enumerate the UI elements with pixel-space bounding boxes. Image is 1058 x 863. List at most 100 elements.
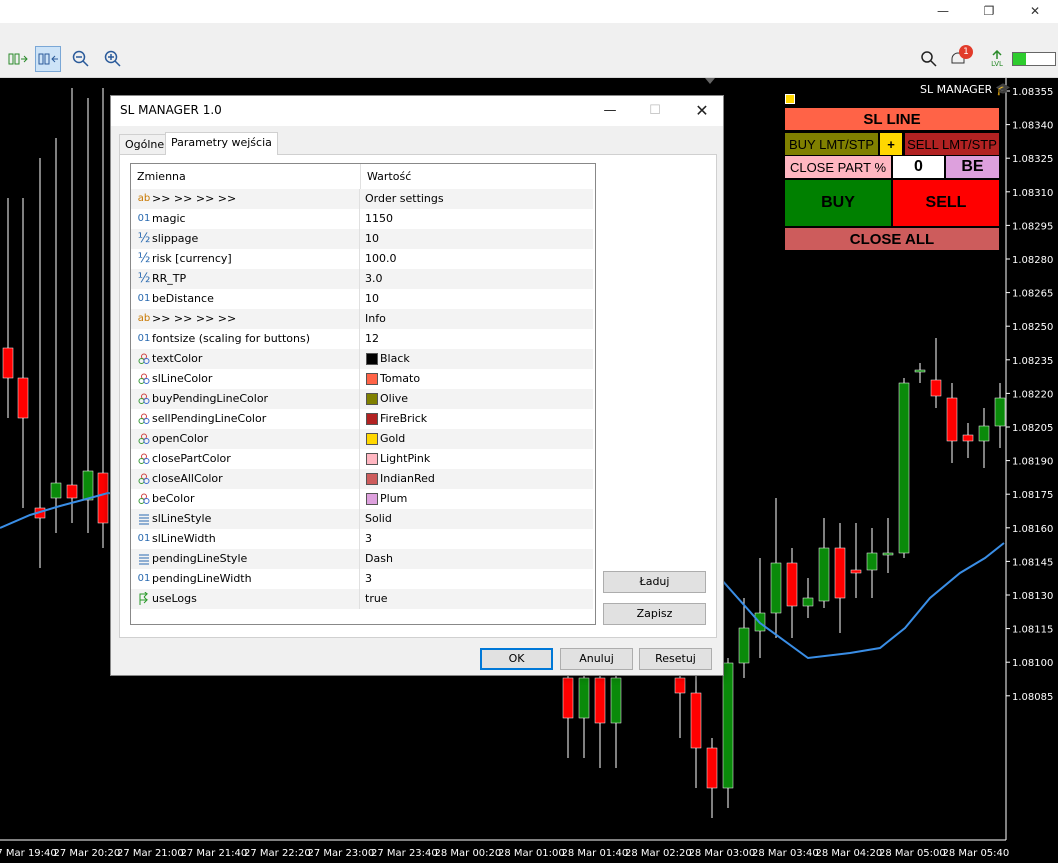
lvl-icon[interactable]: LVL bbox=[984, 46, 1010, 72]
sell-limit-stop-button[interactable]: SELL LMT/STP bbox=[905, 133, 999, 155]
buy-button[interactable]: BUY bbox=[785, 180, 891, 226]
param-name: beDistance bbox=[152, 292, 214, 305]
column-divider bbox=[359, 529, 360, 549]
candle-body bbox=[97, 472, 109, 524]
buy-limit-stop-button[interactable]: BUY LMT/STP bbox=[785, 133, 878, 155]
table-row[interactable]: 01 fontsize (scaling for buttons) 12 bbox=[131, 329, 593, 349]
param-value[interactable]: FireBrick bbox=[380, 409, 427, 429]
table-row[interactable]: buyPendingLineColor Olive bbox=[131, 389, 593, 409]
close-part-input[interactable]: 0 bbox=[893, 156, 944, 178]
param-value[interactable]: 10 bbox=[365, 229, 379, 249]
plus-button[interactable]: + bbox=[880, 133, 902, 155]
param-value[interactable]: IndianRed bbox=[380, 469, 435, 489]
close-all-button[interactable]: CLOSE ALL bbox=[785, 228, 999, 250]
candle-body bbox=[930, 379, 942, 397]
param-value[interactable]: LightPink bbox=[380, 449, 430, 469]
dialog-minimize-button[interactable]: — bbox=[595, 100, 625, 122]
close-window-button[interactable]: ✕ bbox=[1012, 0, 1058, 23]
table-row[interactable]: 01 pendingLineWidth 3 bbox=[131, 569, 593, 589]
tab-input-parameters[interactable]: Parametry wejścia bbox=[165, 132, 278, 155]
color-swatch bbox=[366, 393, 378, 405]
column-divider bbox=[359, 569, 360, 589]
candle-body bbox=[962, 434, 974, 442]
price-label: 1.08115 bbox=[1012, 625, 1053, 636]
cancel-button[interactable]: Anuluj bbox=[560, 648, 633, 670]
restore-button[interactable]: ❐ bbox=[966, 0, 1012, 23]
param-value[interactable]: Dash bbox=[365, 549, 393, 569]
param-value[interactable]: 100.0 bbox=[365, 249, 397, 269]
sell-button[interactable]: SELL bbox=[893, 180, 999, 226]
table-row[interactable]: beColor Plum bbox=[131, 489, 593, 509]
color-type-icon bbox=[136, 469, 152, 489]
table-row[interactable]: pendingLineStyle Dash bbox=[131, 549, 593, 569]
table-row[interactable]: sellPendingLineColor FireBrick bbox=[131, 409, 593, 429]
column-divider bbox=[359, 209, 360, 229]
param-value[interactable]: 1150 bbox=[365, 209, 393, 229]
param-value[interactable]: Tomato bbox=[380, 369, 420, 389]
candle-body bbox=[66, 484, 78, 499]
param-value[interactable]: Order settings bbox=[365, 189, 444, 209]
chart-shift-marker bbox=[705, 78, 715, 84]
table-row[interactable]: 01 beDistance 10 bbox=[131, 289, 593, 309]
panel-marker bbox=[785, 94, 795, 104]
table-row[interactable]: 01 magic 1150 bbox=[131, 209, 593, 229]
table-row[interactable]: ½ slippage 10 bbox=[131, 229, 593, 249]
price-label: 1.08265 bbox=[1012, 289, 1053, 300]
table-row[interactable]: 01 slLineWidth 3 bbox=[131, 529, 593, 549]
param-value[interactable]: 3 bbox=[365, 569, 372, 589]
double-type-icon: ½ bbox=[137, 231, 151, 246]
table-row[interactable]: closeAllColor IndianRed bbox=[131, 469, 593, 489]
autoscroll-icon[interactable] bbox=[4, 46, 30, 72]
table-row[interactable]: ½ risk [currency] 100.0 bbox=[131, 249, 593, 269]
table-row[interactable]: openColor Gold bbox=[131, 429, 593, 449]
table-row[interactable]: ½ RR_TP 3.0 bbox=[131, 269, 593, 289]
param-value[interactable]: 10 bbox=[365, 289, 379, 309]
column-header-variable[interactable]: Zmienna bbox=[131, 164, 359, 189]
param-value[interactable]: Plum bbox=[380, 489, 407, 509]
load-button[interactable]: Ładuj bbox=[603, 571, 706, 593]
param-value[interactable]: Info bbox=[365, 309, 386, 329]
param-value[interactable]: Gold bbox=[380, 429, 405, 449]
table-row[interactable]: ab >> >> >> >> Order settings bbox=[131, 189, 593, 209]
param-value[interactable]: true bbox=[365, 589, 388, 609]
table-row[interactable]: slLineColor Tomato bbox=[131, 369, 593, 389]
table-row[interactable]: ab >> >> >> >> Info bbox=[131, 309, 593, 329]
time-label: 27 Mar 23:40 bbox=[371, 848, 438, 859]
notifications-icon[interactable]: 1 bbox=[946, 45, 973, 72]
param-name: fontsize (scaling for buttons) bbox=[152, 332, 311, 345]
search-icon[interactable] bbox=[916, 46, 942, 72]
save-button[interactable]: Zapisz bbox=[603, 603, 706, 625]
zoom-out-icon[interactable] bbox=[68, 46, 94, 72]
table-row[interactable]: useLogs true bbox=[131, 589, 593, 609]
param-value[interactable]: Solid bbox=[365, 509, 392, 529]
param-value[interactable]: 3 bbox=[365, 529, 372, 549]
column-divider bbox=[359, 189, 360, 209]
tab-general[interactable]: Ogólne bbox=[119, 134, 171, 154]
chart-shift-icon[interactable] bbox=[35, 46, 61, 72]
column-divider bbox=[359, 369, 360, 389]
ok-button[interactable]: OK bbox=[480, 648, 553, 670]
candle-body bbox=[994, 397, 1006, 427]
table-row[interactable]: textColor Black bbox=[131, 349, 593, 369]
column-header-value[interactable]: Wartość bbox=[360, 164, 594, 189]
close-part-button[interactable]: CLOSE PART % bbox=[785, 156, 891, 178]
param-value[interactable]: Black bbox=[380, 349, 410, 369]
column-divider bbox=[359, 409, 360, 429]
table-row[interactable]: closePartColor LightPink bbox=[131, 449, 593, 469]
candle-body bbox=[2, 347, 14, 379]
column-divider bbox=[359, 329, 360, 349]
candle-body bbox=[946, 397, 958, 442]
time-label: 27 Mar 20:20 bbox=[54, 848, 121, 859]
param-value[interactable]: 3.0 bbox=[365, 269, 383, 289]
param-value[interactable]: Olive bbox=[380, 389, 408, 409]
reset-button[interactable]: Resetuj bbox=[639, 648, 712, 670]
minimize-button[interactable]: — bbox=[920, 0, 966, 23]
column-divider bbox=[359, 509, 360, 529]
zoom-in-icon[interactable] bbox=[100, 46, 126, 72]
table-row[interactable]: slLineStyle Solid bbox=[131, 509, 593, 529]
param-value[interactable]: 12 bbox=[365, 329, 379, 349]
break-even-button[interactable]: BE bbox=[946, 156, 999, 178]
enum-type-icon bbox=[136, 549, 152, 569]
sl-line-button[interactable]: SL LINE bbox=[785, 108, 999, 130]
dialog-close-button[interactable]: ✕ bbox=[687, 100, 717, 122]
